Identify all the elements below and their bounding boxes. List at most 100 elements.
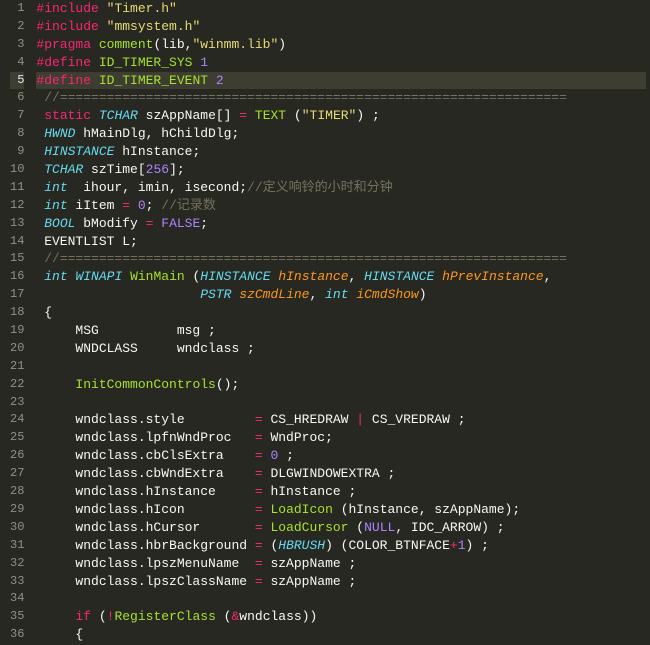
token: ID_TIMER_SYS: [99, 55, 193, 70]
token: HINSTANCE: [364, 269, 434, 284]
token: BOOL: [44, 216, 75, 231]
code-line[interactable]: HINSTANCE hInstance;: [36, 143, 646, 161]
code-line[interactable]: int iItem = 0; //记录数: [36, 197, 646, 215]
token: WndProc;: [263, 430, 333, 445]
token: =: [122, 198, 130, 213]
code-line[interactable]: wndclass.hIcon = LoadIcon (hInstance, sz…: [36, 501, 646, 519]
token: int: [44, 269, 67, 284]
code-line[interactable]: [36, 394, 646, 412]
token: [91, 55, 99, 70]
token: int: [44, 198, 67, 213]
token: wndclass.cbClsExtra: [36, 448, 254, 463]
code-line[interactable]: //======================================…: [36, 250, 646, 268]
token: iCmdShow: [356, 287, 418, 302]
code-line[interactable]: {: [36, 626, 646, 644]
token: =: [255, 466, 263, 481]
token: =: [255, 538, 263, 553]
code-line[interactable]: wndclass.style = CS_HREDRAW | CS_VREDRAW…: [36, 411, 646, 429]
code-line[interactable]: PSTR szCmdLine, int iCmdShow): [36, 286, 646, 304]
token: ): [419, 287, 427, 302]
line-number: 31: [10, 537, 24, 555]
token: ();: [216, 377, 239, 392]
token: {: [36, 305, 52, 320]
token: //记录数: [161, 198, 216, 213]
token: (: [286, 108, 302, 123]
token: (: [216, 609, 232, 624]
line-number: 35: [10, 608, 24, 626]
token: wndclass.hbrBackground: [36, 538, 254, 553]
code-line[interactable]: HWND hMainDlg, hChildDlg;: [36, 125, 646, 143]
token: =: [255, 448, 263, 463]
token: [36, 377, 75, 392]
code-line[interactable]: wndclass.lpfnWndProc = WndProc;: [36, 429, 646, 447]
line-number: 22: [10, 376, 24, 394]
code-line[interactable]: {: [36, 304, 646, 322]
token: "TIMER": [302, 108, 357, 123]
token: if: [75, 609, 91, 624]
token: [122, 269, 130, 284]
token: |: [356, 412, 364, 427]
code-line[interactable]: #pragma comment(lib,"winmm.lib"): [36, 36, 646, 54]
token: [36, 609, 75, 624]
token: szAppName[]: [138, 108, 239, 123]
code-line[interactable]: #define ID_TIMER_EVENT 2: [36, 72, 646, 90]
token: TEXT: [255, 108, 286, 123]
code-line[interactable]: WNDCLASS wndclass ;: [36, 340, 646, 358]
code-line[interactable]: #include "mmsystem.h": [36, 18, 646, 36]
code-line[interactable]: TCHAR szTime[256];: [36, 161, 646, 179]
code-line[interactable]: EVENTLIST L;: [36, 233, 646, 251]
code-line[interactable]: if (!RegisterClass (&wndclass)): [36, 608, 646, 626]
token: int: [44, 180, 67, 195]
code-line[interactable]: static TCHAR szAppName[] = TEXT ("TIMER"…: [36, 107, 646, 125]
token: szAppName ;: [263, 574, 357, 589]
token: hInstance ;: [263, 484, 357, 499]
line-number: 21: [10, 358, 24, 376]
token: ;: [200, 216, 208, 231]
code-line[interactable]: wndclass.cbWndExtra = DLGWINDOWEXTRA ;: [36, 465, 646, 483]
line-number-gutter: 1234567891011121314151617181920212223242…: [0, 0, 32, 645]
token: [91, 108, 99, 123]
token: (: [91, 609, 107, 624]
line-number: 26: [10, 447, 24, 465]
token: TCHAR: [44, 162, 83, 177]
line-number: 36: [10, 626, 24, 644]
token: LoadIcon: [270, 502, 332, 517]
token: wndclass)): [239, 609, 317, 624]
code-line[interactable]: #include "Timer.h": [36, 0, 646, 18]
token: ihour, imin, isecond;: [68, 180, 247, 195]
code-line[interactable]: wndclass.lpszMenuName = szAppName ;: [36, 555, 646, 573]
code-line[interactable]: //======================================…: [36, 89, 646, 107]
token: WINAPI: [75, 269, 122, 284]
token: HINSTANCE: [44, 144, 114, 159]
token: , IDC_ARROW) ;: [395, 520, 504, 535]
code-line[interactable]: BOOL bModify = FALSE;: [36, 215, 646, 233]
code-area[interactable]: #include "Timer.h"#include "mmsystem.h"#…: [32, 0, 650, 645]
line-number: 20: [10, 340, 24, 358]
line-number: 3: [10, 36, 24, 54]
code-line[interactable]: wndclass.hbrBackground = (HBRUSH) (COLOR…: [36, 537, 646, 555]
line-number: 32: [10, 555, 24, 573]
line-number: 19: [10, 322, 24, 340]
code-line[interactable]: [36, 590, 646, 608]
token: szTime[: [83, 162, 145, 177]
line-number: 34: [10, 590, 24, 608]
code-line[interactable]: [36, 358, 646, 376]
code-line[interactable]: wndclass.hInstance = hInstance ;: [36, 483, 646, 501]
line-number: 25: [10, 429, 24, 447]
line-number: 27: [10, 465, 24, 483]
code-line[interactable]: #define ID_TIMER_SYS 1: [36, 54, 646, 72]
code-line[interactable]: InitCommonControls();: [36, 376, 646, 394]
token: wndclass.hIcon: [36, 502, 254, 517]
token: ) (COLOR_BTNFACE: [325, 538, 450, 553]
token: 256: [146, 162, 169, 177]
code-line[interactable]: wndclass.cbClsExtra = 0 ;: [36, 447, 646, 465]
code-line[interactable]: int ihour, imin, isecond;//定义响铃的小时和分钟: [36, 179, 646, 197]
code-line[interactable]: wndclass.hCursor = LoadCursor (NULL, IDC…: [36, 519, 646, 537]
code-line[interactable]: int WINAPI WinMain (HINSTANCE hInstance,…: [36, 268, 646, 286]
code-line[interactable]: MSG msg ;: [36, 322, 646, 340]
token: wndclass.style: [36, 412, 254, 427]
token: bModify: [75, 216, 145, 231]
token: (: [185, 269, 201, 284]
code-line[interactable]: wndclass.lpszClassName = szAppName ;: [36, 573, 646, 591]
token: #define: [36, 55, 91, 70]
